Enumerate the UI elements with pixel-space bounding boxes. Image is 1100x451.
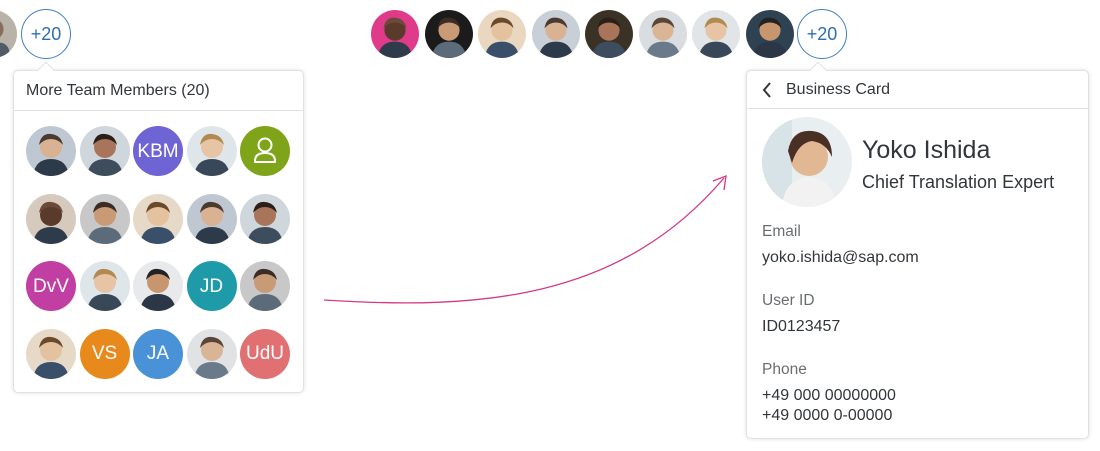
member-photo-avatar[interactable] <box>26 126 76 176</box>
member-photo-avatar[interactable] <box>186 193 237 244</box>
member-initials: JA <box>146 343 170 364</box>
team-member-3-avatar[interactable] <box>477 9 527 59</box>
user-id-value: ID0123457 <box>762 318 841 335</box>
member-photo-avatar[interactable] <box>79 126 130 176</box>
member-initials-avatar[interactable]: VS <box>79 328 130 379</box>
member-photo-avatar[interactable] <box>79 261 130 311</box>
profile-avatar <box>762 117 852 207</box>
team-member-8-avatar[interactable] <box>744 9 795 59</box>
popover-header: More Team Members (20) <box>14 71 303 111</box>
team-avatar-partial[interactable] <box>0 9 18 59</box>
member-initials-avatar[interactable]: JD <box>186 261 237 311</box>
member-initials-avatar[interactable]: KBM <box>133 126 183 176</box>
team-member-5-avatar[interactable] <box>584 9 634 59</box>
member-photo-avatar[interactable] <box>26 193 76 244</box>
member-initials-avatar[interactable]: UdU <box>240 328 290 379</box>
member-photo-avatar[interactable] <box>26 328 76 379</box>
popover-title: More Team Members (20) <box>26 81 210 99</box>
team-member-4-avatar[interactable] <box>530 9 581 59</box>
person-name: Yoko Ishida <box>862 136 991 164</box>
member-placeholder-avatar[interactable] <box>240 126 290 176</box>
person-job-title: Chief Translation Expert <box>862 172 1055 192</box>
member-initials: VS <box>91 343 118 364</box>
more-members-button[interactable]: +20 <box>21 9 71 59</box>
phone-link-1[interactable]: +49 000 00000000 <box>762 387 896 405</box>
email-link[interactable]: yoko.ishida@sap.com <box>762 249 919 267</box>
user-id-label: User ID <box>762 292 815 309</box>
team-member-1-avatar[interactable] <box>370 9 420 59</box>
member-initials: DvV <box>33 275 69 297</box>
person-icon <box>240 126 290 176</box>
phone-label: Phone <box>762 361 807 378</box>
business-card-header: Business Card <box>747 71 1088 109</box>
member-initials: JD <box>199 275 224 297</box>
team-member-7-avatar[interactable] <box>691 9 741 59</box>
email-label: Email <box>762 223 801 240</box>
chevron-left-icon[interactable] <box>761 81 773 99</box>
member-photo-avatar[interactable] <box>240 193 290 244</box>
member-photo-avatar[interactable] <box>133 193 183 244</box>
member-initials: UdU <box>245 343 284 364</box>
more-members-button-right[interactable]: +20 <box>797 9 847 59</box>
member-initials-avatar[interactable]: DvV <box>26 261 76 311</box>
member-photo-avatar[interactable] <box>240 261 290 311</box>
business-card-title: Business Card <box>786 80 891 98</box>
member-photo-avatar[interactable] <box>133 261 183 311</box>
member-initials-avatar[interactable]: JA <box>133 328 183 379</box>
team-member-2-avatar[interactable] <box>423 9 474 59</box>
member-photo-avatar[interactable] <box>186 328 237 379</box>
member-photo-avatar[interactable] <box>79 193 130 244</box>
team-member-6-avatar[interactable] <box>637 9 688 59</box>
member-initials: KBM <box>137 140 179 162</box>
business-card-popover: Business Card Yoko Ishida Chief Translat… <box>746 61 1089 439</box>
member-photo-avatar[interactable] <box>186 126 237 176</box>
team-members-popover: More Team Members (20) KBM DvV JD VS JA UdU <box>13 61 304 393</box>
phone-link-2[interactable]: +49 0000 0-00000 <box>762 407 892 425</box>
